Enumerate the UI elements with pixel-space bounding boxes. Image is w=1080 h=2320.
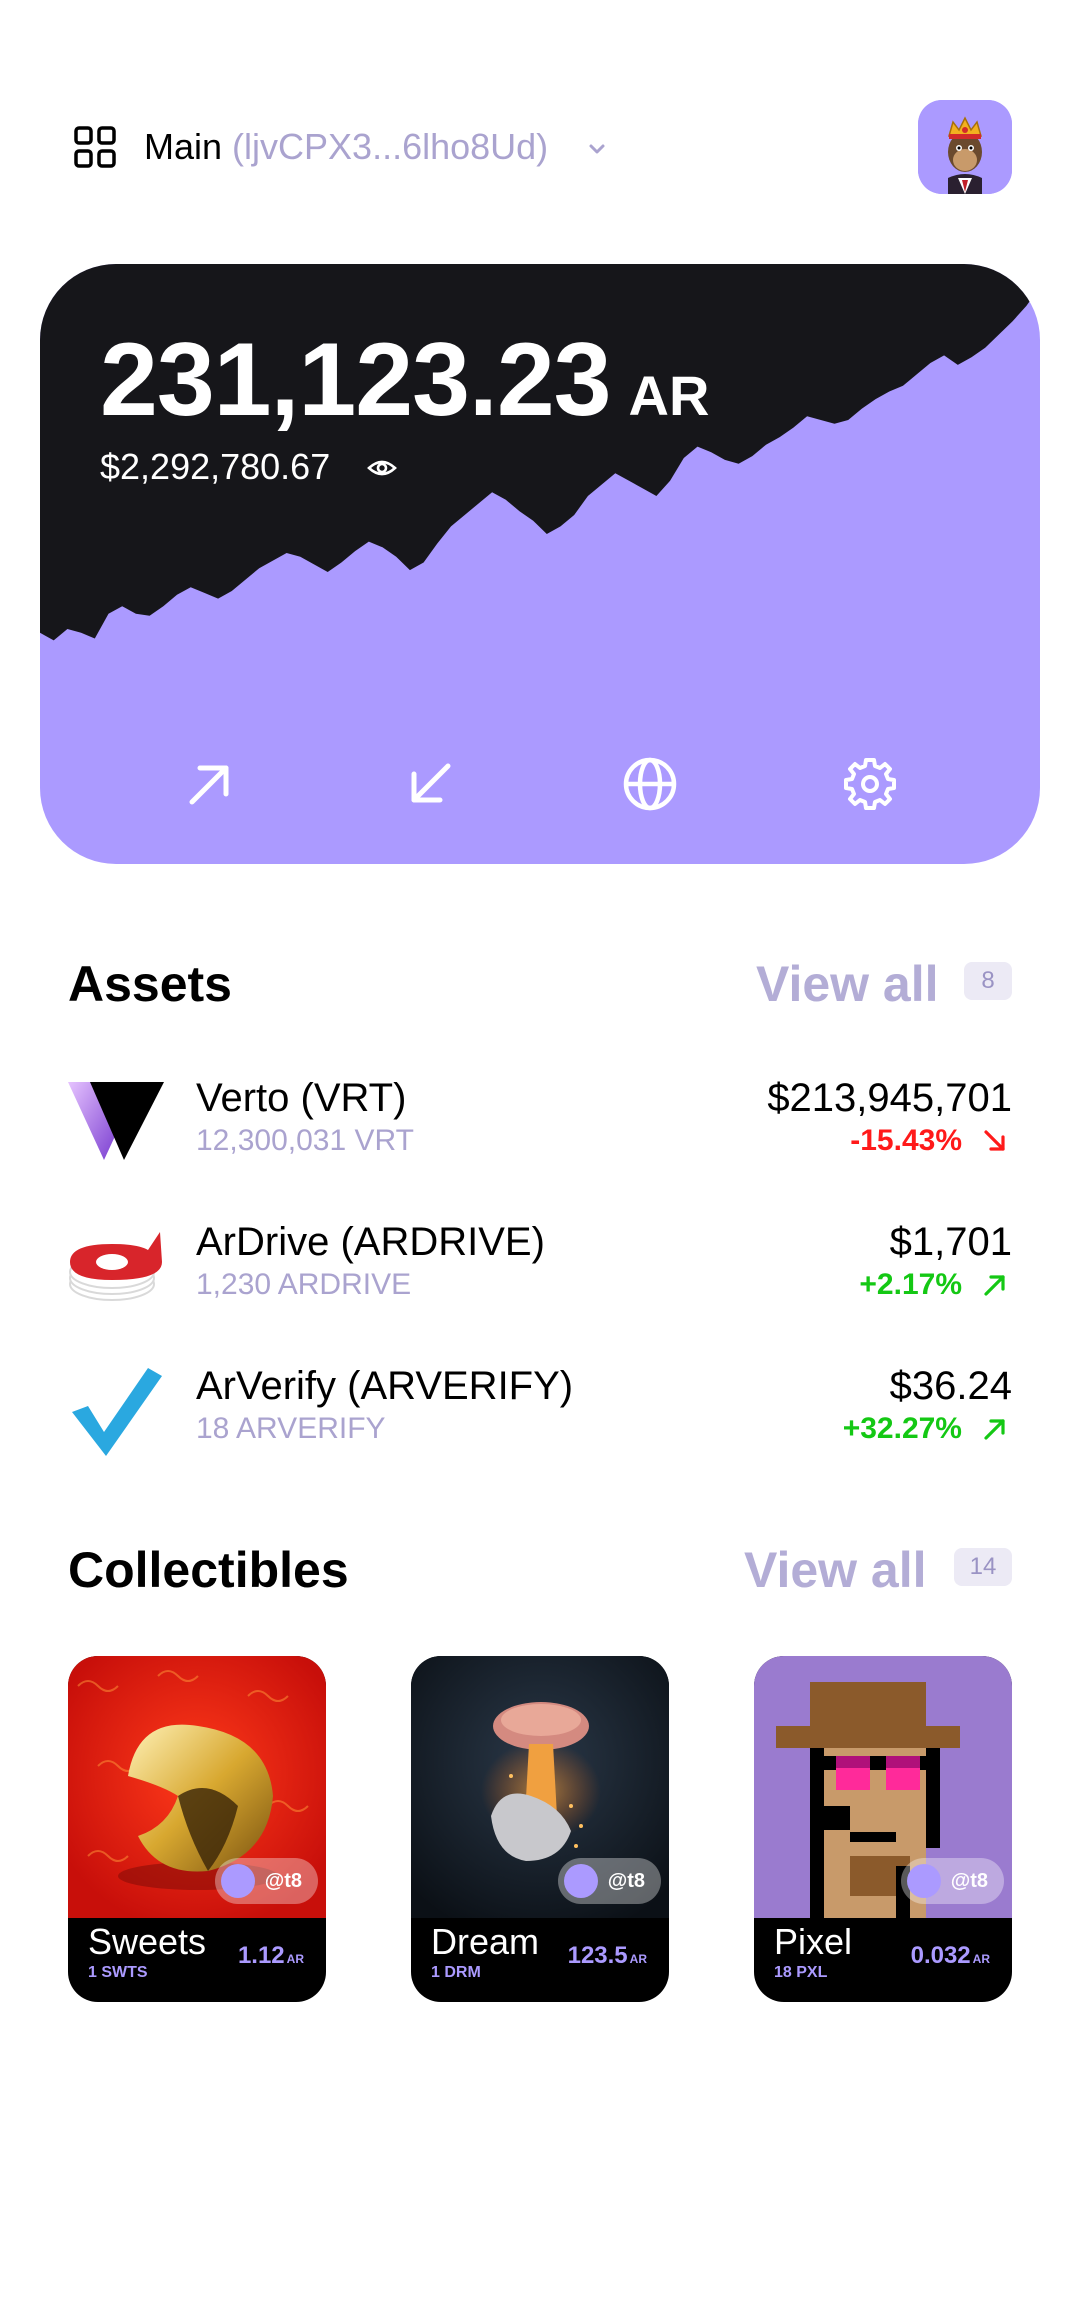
owner-badge: @t8 [900, 1858, 1004, 1904]
collectible-image: @t8 [754, 1656, 1012, 1918]
owner-handle: @t8 [950, 1869, 988, 1892]
asset-value: $213,945,701 [767, 1076, 1012, 1120]
arrow-up-right-icon [984, 1419, 1005, 1440]
collectible-price-value: 1.12 [237, 1942, 285, 1969]
receive-button[interactable] [400, 754, 460, 814]
eye-icon[interactable] [366, 452, 398, 484]
balance-card: 231,123.23 AR $2,292,780.67 [40, 264, 1040, 864]
owner-badge: @t8 [214, 1858, 318, 1904]
collectible-image: @t8 [411, 1656, 669, 1918]
collectible-price-value: 123.5 [567, 1942, 628, 1969]
balance-value: 231,123.23 [100, 322, 612, 438]
balance-unit: AR [628, 364, 710, 427]
asset-row[interactable]: Verto (VRT) 12,300,031 VRT $213,945,701 … [68, 1066, 1012, 1176]
collectible-price-unit: AR [286, 1952, 304, 1966]
send-button[interactable] [180, 754, 240, 814]
wallet-address: (ljvCPX3...6lho8Ud) [232, 126, 549, 167]
ape-avatar-icon [918, 100, 1012, 194]
collectible-image: @t8 [68, 1656, 326, 1918]
arrow-down-right-icon [984, 1130, 1005, 1151]
owner-handle: @t8 [607, 1869, 645, 1892]
header: Main (ljvCPX3...6lho8Ud) [0, 0, 1080, 260]
assets-title: Assets [68, 956, 232, 1012]
asset-name: ArVerify (ARVERIFY) [196, 1364, 574, 1408]
asset-value: $1,701 [889, 1220, 1012, 1264]
collectibles-view-all-link[interactable]: View all [744, 1540, 927, 1600]
asset-name: Verto (VRT) [196, 1076, 407, 1120]
collectible-price: 0.032 AR [911, 1942, 990, 1970]
asset-change: +2.17% [859, 1268, 962, 1301]
asset-quantity: 12,300,031 VRT [196, 1124, 414, 1157]
verto-logo-icon [68, 1082, 164, 1160]
ardrive-logo-icon [69, 1232, 162, 1301]
assets-view-all-link[interactable]: View all [756, 954, 939, 1014]
balance-amount: 231,123.23 AR [100, 320, 709, 440]
collectibles-count-badge: 14 [954, 1548, 1012, 1586]
collectible-title: Dream [431, 1921, 540, 1962]
owner-avatar [906, 1864, 941, 1898]
asset-value: $36.24 [889, 1364, 1012, 1408]
collectible-price: 1.12 AR [238, 1942, 304, 1970]
asset-change: +32.27% [842, 1412, 962, 1445]
asset-quantity: 1,230 ARDRIVE [196, 1268, 412, 1301]
collectible-quantity: 18 PXL [774, 1964, 828, 1981]
chevron-down-icon[interactable] [586, 138, 608, 160]
checkmark-logo-icon [72, 1368, 162, 1456]
avatar[interactable] [918, 100, 1012, 194]
balance-usd: $2,292,780.67 [100, 446, 331, 487]
collectible-title: Sweets [88, 1921, 207, 1962]
collectible-price-value: 0.032 [910, 1942, 971, 1969]
wallet-name: Main [144, 126, 223, 167]
asset-change: -15.43% [850, 1124, 962, 1157]
owner-handle: @t8 [264, 1869, 302, 1892]
collectible-card[interactable]: @t8 Pixel 18 PXL 0.032 AR [754, 1656, 1012, 2002]
assets-count-badge: 8 [964, 962, 1012, 1000]
collectible-price-unit: AR [972, 1952, 990, 1966]
arrow-up-right-icon [984, 1275, 1005, 1296]
collectible-price: 123.5 AR [568, 1942, 647, 1970]
collectible-price-unit: AR [629, 1952, 647, 1966]
collectibles-title: Collectibles [68, 1542, 349, 1598]
asset-name: ArDrive (ARDRIVE) [196, 1220, 545, 1264]
asset-row[interactable]: ArDrive (ARDRIVE) 1,230 ARDRIVE $1,701 +… [68, 1210, 1012, 1320]
asset-quantity: 18 ARVERIFY [196, 1412, 386, 1445]
gear-icon[interactable] [840, 754, 900, 814]
asset-row[interactable]: ArVerify (ARVERIFY) 18 ARVERIFY $36.24 +… [68, 1354, 1012, 1464]
wallet-selector[interactable]: Main (ljvCPX3...6lho8Ud) [144, 124, 548, 170]
collectible-card[interactable]: @t8 Dream 1 DRM 123.5 AR [411, 1656, 669, 2002]
collectible-quantity: 1 DRM [431, 1964, 481, 1981]
owner-avatar [220, 1864, 255, 1898]
globe-icon[interactable] [620, 754, 680, 814]
owner-avatar [563, 1864, 598, 1898]
collectible-card[interactable]: @t8 Sweets 1 SWTS 1.12 AR [68, 1656, 326, 2002]
collectible-quantity: 1 SWTS [88, 1964, 148, 1981]
owner-badge: @t8 [557, 1858, 661, 1904]
grid-icon[interactable] [74, 126, 116, 168]
collectible-title: Pixel [774, 1921, 853, 1962]
